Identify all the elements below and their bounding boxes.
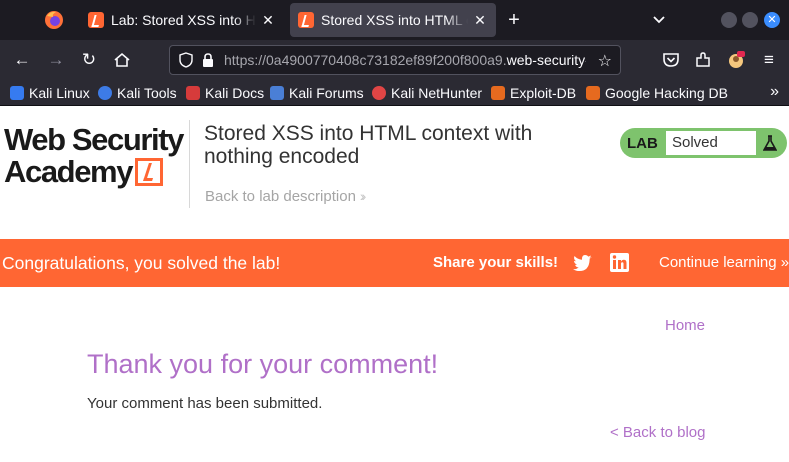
bookmark-google-hacking-db[interactable]: Google Hacking DB	[586, 84, 728, 102]
page-heading: Thank you for your comment!	[87, 349, 439, 379]
logo-line-1: Web Security	[4, 122, 184, 157]
web-security-academy-logo[interactable]: Web Security Academy	[4, 124, 186, 192]
flask-icon	[763, 135, 777, 151]
portswigger-favicon-icon	[298, 12, 314, 28]
bookmark-kali-nethunter[interactable]: Kali NetHunter	[372, 84, 482, 102]
solved-banner: Congratulations, you solved the lab! Sha…	[0, 239, 789, 287]
new-tab-icon[interactable]: +	[503, 9, 525, 31]
exploit-db-icon	[491, 86, 505, 100]
lab-status-text: Solved	[672, 134, 718, 151]
status-box: Solved	[666, 131, 756, 155]
tracking-protection-shield-icon[interactable]	[178, 52, 194, 68]
kali-dragon-icon	[10, 86, 24, 100]
close-window-button[interactable]: ✕	[764, 12, 780, 28]
bookmark-exploit-db[interactable]: Exploit-DB	[491, 84, 576, 102]
header-divider	[189, 120, 190, 208]
lab-title: Stored XSS into HTML context with nothin…	[204, 122, 533, 168]
kali-tools-icon	[98, 86, 112, 100]
google-hacking-db-icon	[586, 86, 600, 100]
bookmark-kali-forums[interactable]: Kali Forums	[270, 84, 364, 102]
lab-status-widget: LAB Solved	[620, 128, 787, 158]
url-host: web-security-academy.net	[506, 52, 586, 68]
page-content: Web Security Academy Stored XSS into HTM…	[0, 106, 789, 462]
home-icon[interactable]	[113, 51, 131, 69]
back-arrow-icon[interactable]: ←	[13, 51, 31, 69]
bookmark-kali-tools[interactable]: Kali Tools	[98, 84, 177, 102]
twitter-icon[interactable]	[573, 254, 593, 272]
bookmark-label: Kali Linux	[29, 85, 90, 101]
forward-arrow-icon[interactable]: →	[47, 51, 65, 69]
tab-bar: Lab: Stored XSS into HTML context with n…	[0, 0, 789, 40]
lab-badge: LAB	[627, 135, 658, 152]
bookmark-label: Kali Forums	[289, 85, 364, 101]
confirmation-message: Your comment has been submitted.	[87, 395, 323, 412]
lock-icon[interactable]	[200, 52, 216, 68]
url-prefix: https://0a4900770408c73182ef89f200f800a9…	[224, 52, 507, 68]
bookmark-star-icon[interactable]: ☆	[598, 51, 612, 71]
continue-learning-label: Continue learning	[659, 254, 777, 271]
bookmark-label: Google Hacking DB	[605, 85, 728, 101]
kali-docs-icon	[186, 86, 200, 100]
double-chevron-right-icon: ››	[359, 188, 367, 204]
minimize-window-button[interactable]	[721, 12, 737, 28]
portswigger-favicon-icon	[88, 12, 104, 28]
bookmark-label: Kali Docs	[205, 85, 265, 101]
tab-close-icon[interactable]: ✕	[472, 12, 488, 29]
double-chevron-right-icon: »	[780, 254, 789, 271]
academy-lightning-icon	[135, 158, 164, 186]
bookmark-kali-docs[interactable]: Kali Docs	[186, 84, 264, 102]
congratulations-message: Congratulations, you solved the lab!	[2, 253, 281, 273]
pocket-icon[interactable]	[662, 51, 680, 69]
back-to-lab-description-link[interactable]: Back to lab description ››	[205, 188, 367, 205]
maximize-window-button[interactable]	[742, 12, 758, 28]
tab-lab-description[interactable]: Lab: Stored XSS into HTML context with n…	[80, 3, 284, 37]
tab-title: Stored XSS into HTML context with nothin…	[321, 12, 468, 28]
bookmark-label: Kali Tools	[117, 85, 177, 101]
tab-lab-page[interactable]: Stored XSS into HTML context with nothin…	[290, 3, 496, 37]
tab-close-icon[interactable]: ✕	[260, 12, 276, 29]
bookmarks-overflow-chevron-icon[interactable]: »	[770, 83, 779, 101]
back-link-label: Back to lab description	[205, 188, 356, 205]
menu-hamburger-icon[interactable]: ≡	[760, 51, 778, 69]
logo-line-2: Academy	[4, 154, 133, 189]
tab-title: Lab: Stored XSS into HTML context with n…	[111, 12, 256, 28]
chevron-down-icon[interactable]	[651, 12, 667, 28]
bookmark-label: Kali NetHunter	[391, 85, 483, 101]
bookmark-label: Exploit-DB	[510, 85, 577, 101]
reload-icon[interactable]: ↻	[80, 51, 98, 69]
bookmark-kali-linux[interactable]: Kali Linux	[10, 84, 90, 102]
kali-nethunter-icon	[372, 86, 386, 100]
url-text[interactable]: https://0a4900770408c73182ef89f200f800a9…	[224, 52, 586, 68]
back-to-blog-link[interactable]: < Back to blog	[610, 424, 705, 441]
extensions-icon[interactable]	[694, 51, 712, 69]
continue-learning-link[interactable]: Continue learning »	[659, 254, 789, 271]
url-bar[interactable]: https://0a4900770408c73182ef89f200f800a9…	[169, 45, 621, 75]
share-skills-label: Share your skills!	[433, 254, 559, 271]
account-avatar-icon[interactable]	[727, 51, 745, 69]
bookmarks-toolbar: Kali Linux Kali Tools Kali Docs Kali For…	[0, 80, 789, 106]
firefox-icon[interactable]	[44, 10, 64, 30]
kali-forums-icon	[270, 86, 284, 100]
home-link[interactable]: Home	[665, 317, 705, 334]
linkedin-icon[interactable]	[610, 253, 629, 272]
